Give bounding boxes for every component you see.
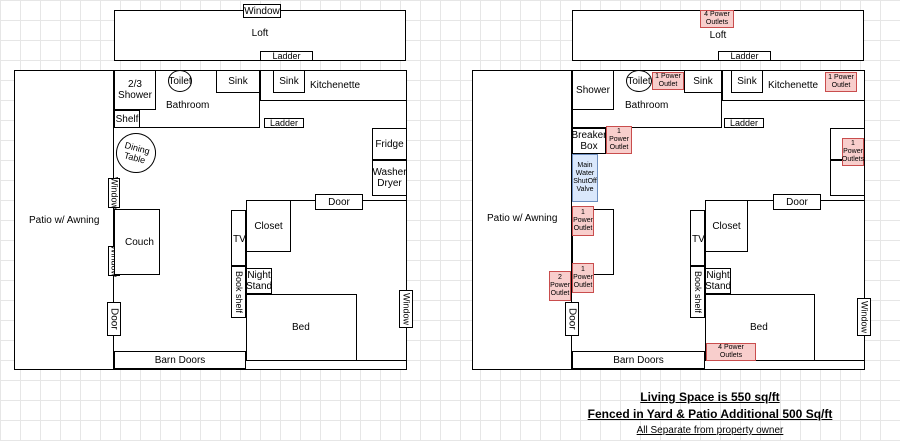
loft-label: Loft xyxy=(251,28,269,39)
night-stand-label: Night Stand xyxy=(245,270,273,292)
patio-outlet-3-label: 2 Power Outlet xyxy=(550,274,570,297)
bed-outlets: 4 Power Outlets xyxy=(706,343,756,361)
yard-patio-note: Fenced in Yard & Patio Additional 500 Sq… xyxy=(587,407,833,421)
bath-outlet: 1 Power Outlet xyxy=(652,72,684,90)
couch-label: Couch xyxy=(125,237,154,248)
door-left: Door xyxy=(107,302,121,336)
loft-r-ladder: Ladder xyxy=(718,51,771,61)
kitchen-sink-r: Sink xyxy=(731,70,763,93)
bathroom-r-label: Bathroom xyxy=(625,100,669,111)
bathroom-label: Bathroom xyxy=(166,100,210,111)
loft-ladder: Ladder xyxy=(260,51,313,61)
loft-r-label: Loft xyxy=(709,30,727,41)
patio-outlet-2-label: 1 Power Outlet xyxy=(573,266,593,289)
washer-dryer: Washer Dryer xyxy=(372,160,407,196)
kitchenette-r-label: Kitchenette xyxy=(768,80,819,91)
fridge-outlet-label: 1 Power Outlets xyxy=(841,140,865,163)
water-shutoff-valve-label: Main Water ShutOff Valve xyxy=(573,162,597,193)
patio-outlet-1-label: 1 Power Outlet xyxy=(573,209,593,232)
door-top-r: Door xyxy=(773,194,821,210)
door-top: Door xyxy=(315,194,363,210)
bath-sink-r: Sink xyxy=(684,70,722,93)
separate-note: All Separate from property owner xyxy=(636,425,784,436)
barn-doors: Barn Doors xyxy=(114,351,246,369)
living-space-note: Living Space is 550 sq/ft xyxy=(640,390,780,404)
bed-outlets-label: 4 Power Outlets xyxy=(718,344,744,359)
bath-outlet-label: 1 Power Outlet xyxy=(655,73,681,88)
kitchen-outlet: 1 Power Outlet xyxy=(825,72,857,92)
patio-label: Patio w/ Awning xyxy=(29,215,100,226)
window-right-r: Window xyxy=(857,298,871,336)
shower: 2/3 Shower xyxy=(114,70,156,110)
loft-outlets-label: 4 Power Outlets xyxy=(704,11,730,26)
breaker-box: Breaker Box xyxy=(571,128,607,154)
patio-outlet-2: 1 Power Outlet xyxy=(572,263,594,293)
washer-dryer-label: Washer Dryer xyxy=(372,167,407,189)
dining-table-label: Dining Table xyxy=(123,140,151,166)
kitchen-sink: Sink xyxy=(273,70,305,93)
toilet: Toilet xyxy=(168,70,192,92)
ladder: Ladder xyxy=(264,118,304,128)
barn-doors-r: Barn Doors xyxy=(572,351,705,369)
bookshelf: Book shelf xyxy=(231,266,246,318)
loft-window: Window xyxy=(243,4,281,18)
bed-label: Bed xyxy=(292,322,310,333)
kitchenette-label: Kitchenette xyxy=(310,80,361,91)
patio-outlet-3: 2 Power Outlet xyxy=(549,271,571,301)
kitchen-outlet-label: 1 Power Outlet xyxy=(828,74,854,89)
night-stand: Night Stand xyxy=(246,268,272,294)
bookshelf-r: Book shelf xyxy=(690,266,705,318)
window-upper: Window xyxy=(108,177,120,210)
fridge: Fridge xyxy=(372,128,407,160)
shower-label: 2/3 Shower xyxy=(118,79,152,101)
night-stand-r-label: Night Stand xyxy=(704,270,732,292)
night-stand-r: Night Stand xyxy=(705,268,731,294)
toilet-r: Toilet xyxy=(626,70,652,92)
patio-r-label: Patio w/ Awning xyxy=(487,213,558,224)
ladder-r: Ladder xyxy=(724,118,764,128)
door-left-r: Door xyxy=(565,302,579,336)
closet-r: Closet xyxy=(705,200,748,252)
bed-r-label: Bed xyxy=(750,322,768,333)
tv-r-label: TV xyxy=(692,234,705,245)
water-shutoff-valve: Main Water ShutOff Valve xyxy=(572,154,598,202)
breaker-box-label: Breaker Box xyxy=(571,130,607,152)
breaker-outlet: 1 Power Outlet xyxy=(606,126,632,154)
shower-r: Shower xyxy=(572,70,614,110)
bath-sink: Sink xyxy=(216,70,260,93)
fridge-outlet: 1 Power Outlets xyxy=(842,138,864,166)
patio-outlet-1: 1 Power Outlet xyxy=(572,206,594,236)
loft-outlets: 4 Power Outlets xyxy=(700,10,734,28)
closet: Closet xyxy=(246,200,291,252)
tv-label: TV xyxy=(233,234,246,245)
window-right: Window xyxy=(399,290,413,328)
breaker-outlet-label: 1 Power Outlet xyxy=(609,128,629,151)
shelf: Shelf xyxy=(114,110,140,128)
